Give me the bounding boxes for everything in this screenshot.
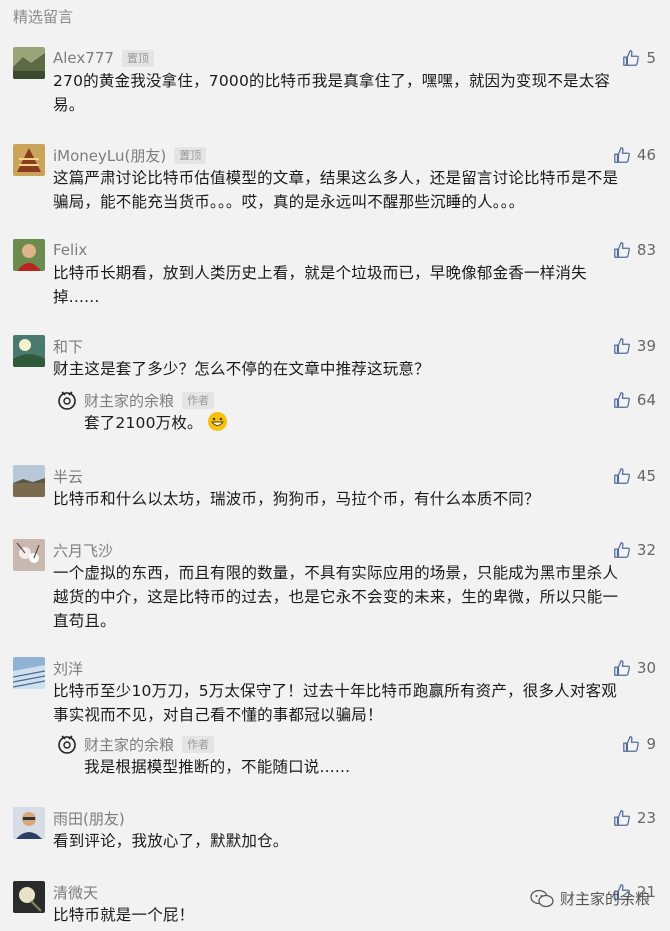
comment-line: 易。 xyxy=(53,96,85,114)
thumbs-up-icon xyxy=(614,392,630,408)
comment-line: 越货的中介，这是比特币的过去，也是它永不会变的未来，生的卑微，所以只能一 xyxy=(53,588,619,606)
commenter-name[interactable]: 刘洋 xyxy=(53,658,83,679)
like-count: 30 xyxy=(636,659,656,677)
grinning-emoji-icon xyxy=(207,412,227,431)
commenter-name[interactable]: iMoneyLu(朋友) xyxy=(53,145,166,166)
like-button[interactable]: 23 xyxy=(613,807,656,829)
section-title: 精选留言 xyxy=(13,8,74,26)
comment-text: 比特币和什么以太坊，瑞波币，狗狗币，马拉个币，有什么本质不同？ xyxy=(53,487,653,511)
watermark: 财主家的余粮 xyxy=(530,888,650,909)
comment-text: 看到评论，我放心了，默默加仓。 xyxy=(53,829,653,853)
commenter-name[interactable]: 雨田(朋友) xyxy=(53,808,125,829)
commenter-name[interactable]: 半云 xyxy=(53,466,83,487)
comment-text: 一个虚拟的东西，而且有限的数量，不具有实际应用的场景，只能成为黑市里杀人 越货的… xyxy=(53,561,653,633)
like-button[interactable]: 39 xyxy=(613,335,656,357)
comment-text: 比特币至少10万刀，5万太保守了！过去十年比特币跑赢所有资产，很多人对客观 事实… xyxy=(53,679,653,727)
author-name[interactable]: 财主家的余粮 xyxy=(84,390,174,411)
avatar[interactable] xyxy=(13,539,45,571)
watermark-text: 财主家的余粮 xyxy=(559,890,650,908)
comment-line: 事实视而不见，对自己看不懂的事都冠以骗局！ xyxy=(53,706,383,724)
avatar[interactable] xyxy=(13,47,45,79)
comment-line: 掉...... xyxy=(53,288,100,306)
commenter-name[interactable]: Felix xyxy=(53,241,87,259)
comment-line: 这篇严肃讨论比特币估值模型的文章，结果这么多人，还是留言讨论比特币是不是 xyxy=(53,169,619,187)
author-logo-icon xyxy=(56,389,78,411)
comment-text: 财主这是套了多少？怎么不停的在文章中推荐这玩意？ xyxy=(53,357,653,381)
thumbs-up-icon xyxy=(614,660,630,676)
comment-text: 比特币长期看，放到人类历史上看，就是个垃圾而已，早晚像郁金香一样消失 掉....… xyxy=(53,261,653,309)
comment-line: 看到评论，我放心了，默默加仓。 xyxy=(53,832,289,850)
commenter-name[interactable]: 和下 xyxy=(53,336,83,357)
avatar[interactable] xyxy=(13,239,45,271)
like-button[interactable]: 45 xyxy=(613,465,656,487)
comment-line: 比特币至少10万刀，5万太保守了！过去十年比特币跑赢所有资产，很多人对客观 xyxy=(53,682,617,700)
commenter-name[interactable]: Alex777 xyxy=(53,49,114,67)
like-button[interactable]: 83 xyxy=(613,239,656,261)
commenter-name[interactable]: 六月飞沙 xyxy=(53,540,113,561)
like-count: 5 xyxy=(646,49,656,67)
like-count: 23 xyxy=(636,809,656,827)
like-button[interactable]: 46 xyxy=(613,144,656,166)
avatar[interactable] xyxy=(13,335,45,367)
author-badge: 作者 xyxy=(182,735,215,753)
pinned-badge: 置顶 xyxy=(174,146,207,164)
comment-line: 骗局，能不能充当货币。。。哎，真的是永远叫不醒那些沉睡的人。。。 xyxy=(53,193,525,211)
like-button[interactable]: 32 xyxy=(613,539,656,561)
like-count: 83 xyxy=(636,241,656,259)
like-count: 64 xyxy=(636,391,656,409)
avatar[interactable] xyxy=(13,465,45,497)
reply-text: 套了2100万枚。 xyxy=(84,411,644,435)
comment-text: 这篇严肃讨论比特币估值模型的文章，结果这么多人，还是留言讨论比特币是不是 骗局，… xyxy=(53,166,653,214)
like-button[interactable]: 5 xyxy=(622,47,656,69)
thumbs-up-icon xyxy=(623,50,640,66)
comment-line: 比特币长期看，放到人类历史上看，就是个垃圾而已，早晚像郁金香一样消失 xyxy=(53,264,587,282)
like-count: 45 xyxy=(636,467,656,485)
like-button[interactable]: 64 xyxy=(613,389,656,411)
author-logo-icon xyxy=(56,733,78,755)
avatar[interactable] xyxy=(13,881,45,913)
thumbs-up-icon xyxy=(614,542,630,558)
like-count: 32 xyxy=(636,541,656,559)
comment-line: 财主这是套了多少？怎么不停的在文章中推荐这玩意？ xyxy=(53,360,430,378)
thumbs-up-icon xyxy=(614,468,630,484)
comment-line: 一个虚拟的东西，而且有限的数量，不具有实际应用的场景，只能成为黑市里杀人 xyxy=(53,564,619,582)
commenter-name[interactable]: 清微天 xyxy=(53,882,98,903)
reply-text: 我是根据模型推断的，不能随口说...... xyxy=(84,755,644,779)
thumbs-up-icon xyxy=(614,242,630,258)
reply-line: 我是根据模型推断的，不能随口说...... xyxy=(84,758,351,776)
like-button[interactable]: 9 xyxy=(622,733,656,755)
avatar[interactable] xyxy=(13,657,45,689)
thumbs-up-icon xyxy=(623,736,640,752)
comment-line: 比特币和什么以太坊，瑞波币，狗狗币，马拉个币，有什么本质不同？ xyxy=(53,490,540,508)
wechat-icon xyxy=(530,889,554,907)
author-badge: 作者 xyxy=(182,391,215,409)
author-name[interactable]: 财主家的余粮 xyxy=(84,734,174,755)
like-count: 9 xyxy=(646,735,656,753)
comment-text: 270的黄金我没拿住，7000的比特币我是真拿住了，嘿嘿，就因为变现不是太容 易… xyxy=(53,69,653,117)
like-count: 46 xyxy=(636,146,656,164)
like-button[interactable]: 30 xyxy=(613,657,656,679)
comment-line: 270的黄金我没拿住，7000的比特币我是真拿住了，嘿嘿，就因为变现不是太容 xyxy=(53,72,611,90)
reply-line: 套了2100万枚。 xyxy=(84,414,203,432)
avatar[interactable] xyxy=(13,807,45,839)
thumbs-up-icon xyxy=(614,147,630,163)
like-count: 39 xyxy=(636,337,656,355)
comment-line: 直苟且。 xyxy=(53,612,116,630)
thumbs-up-icon xyxy=(614,810,630,826)
pinned-badge: 置顶 xyxy=(121,49,154,67)
avatar[interactable] xyxy=(13,144,45,176)
thumbs-up-icon xyxy=(614,338,630,354)
